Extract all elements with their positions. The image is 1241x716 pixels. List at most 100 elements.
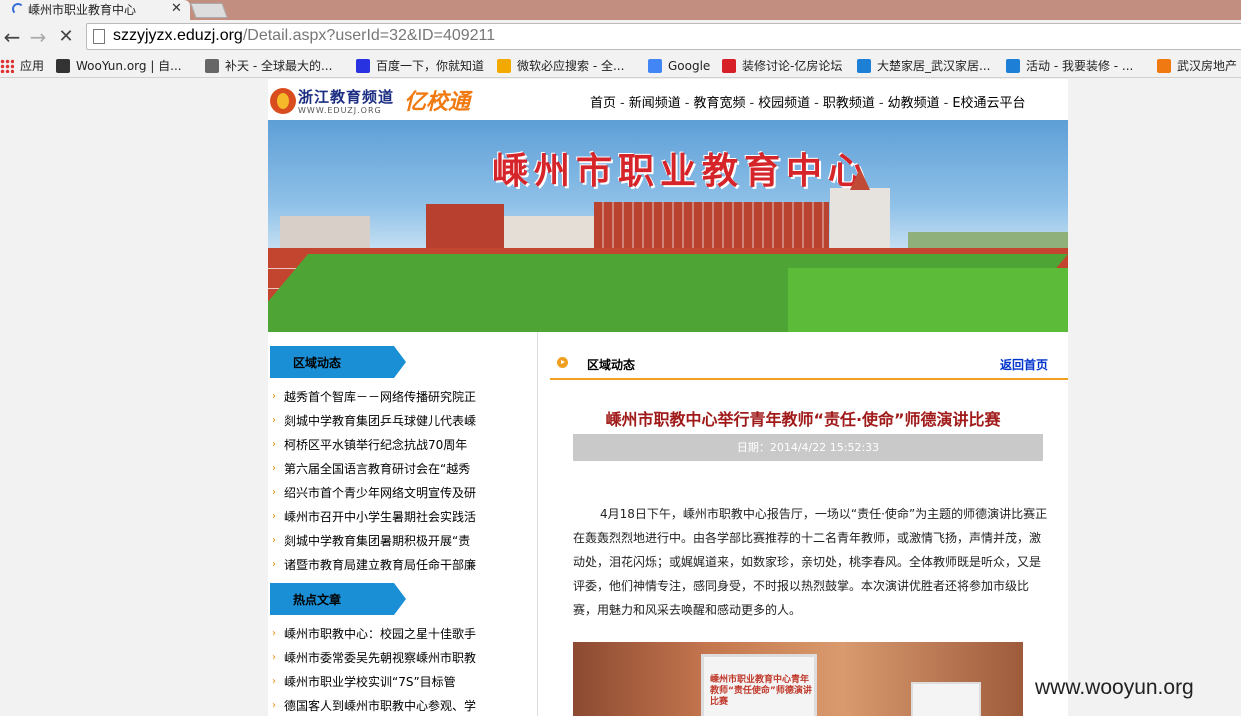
news-link[interactable]: › 越秀首个智库－－网络传播研究院正 [272,385,538,409]
nav-link[interactable]: 幼教频道 [888,96,940,111]
close-tab-icon[interactable]: ✕ [171,1,182,16]
browser-window: 嵊州市职业教育中心 ✕ ← → ✕ szzyjyzx.eduzj.org/Det… [0,0,1241,716]
news-title: 嵊州市召开中小学生暑期社会实践活 [284,510,477,524]
bookmark-label: 百度一下，你就知道 [376,59,485,73]
article-title: 嵊州市职教中心举行青年教师“责任·使命”师德演讲比赛 [605,410,1001,429]
bookmark-item[interactable]: 应用 [0,57,44,75]
bookmark-item[interactable]: 武汉房地产 [1157,57,1237,75]
news-link[interactable]: › 嵊州市委常委吴先朝视察嵊州市职教 [272,646,538,670]
building-shape [426,204,504,250]
tab-title: 嵊州市职业教育中心 [28,3,137,17]
ie-icon [1006,59,1020,73]
news-link[interactable]: › 剡城中学教育集团暑期积极开展“责 [272,529,538,553]
bookmark-item[interactable]: Google [648,57,710,75]
nav-separator: - [878,96,884,111]
projection-screen: 嵊州市职业教育中心青年教师“责任使命”师德演讲比赛 [701,654,817,716]
address-bar[interactable]: szzyjyzx.eduzj.org/Detail.aspx?userId=32… [86,23,1241,50]
bookmarks-bar: 应用 WooYun.org | 自... 补天 - 全球最大的... 百度一下，你就知… [0,54,1241,78]
play-bullet-icon [557,357,568,368]
chevron-right-icon: › [272,415,276,426]
brand-logo[interactable]: 亿校通 [404,84,470,116]
bookmark-label: 武汉房地产 [1177,59,1238,73]
nav-link[interactable]: 新闻频道 [629,96,681,111]
new-tab-button[interactable] [190,3,228,18]
forward-arrow-icon[interactable]: → [26,25,50,49]
chevron-right-icon: › [272,652,276,663]
news-link[interactable]: › 柯桥区平水镇举行纪念抗战70周年 [272,433,538,457]
news-link[interactable]: › 嵊州市召开中小学生暑期社会实践活 [272,505,538,529]
news-title: 嵊州市职业学校实训“7S”目标管 [284,675,456,689]
browser-tab[interactable]: 嵊州市职业教育中心 ✕ [0,0,190,20]
news-title: 嵊州市职教中心：校园之星十佳歌手 [284,627,477,641]
news-title: 嵊州市委常委吴先朝视察嵊州市职教 [284,651,477,665]
url-text[interactable]: szzyjyzx.eduzj.org/Detail.aspx?userId=32… [113,27,495,45]
section-title: 热点文章 [293,593,342,607]
loading-spinner-icon [12,3,24,15]
logo-domain: WWW.EDUZJ.ORG [298,106,382,115]
chevron-right-icon: › [272,676,276,687]
bookmark-label: 大楚家居_武汉家居... [877,59,991,73]
wooyun-icon [56,59,70,73]
news-title: 越秀首个智库－－网络传播研究院正 [284,390,477,404]
url-path: /Detail.aspx?userId=32&ID=409211 [242,27,496,44]
bookmark-label: WooYun.org | 自... [76,59,182,73]
section-tab-hot-articles: 热点文章 [270,583,406,615]
nav-separator: - [620,96,625,111]
fang-icon [722,59,736,73]
date-value: 2014/4/22 15:52:33 [769,441,880,454]
site-header: 浙江教育频道 WWW.EDUZJ.ORG 亿校通 首页 - 新闻频道 - 教育宽频 - 校园… [268,79,1068,120]
apps-grid-icon [0,59,14,73]
news-link[interactable]: › 诸暨市教育局建立教育局任命干部廉 [272,553,538,577]
news-link[interactable]: › 第六届全国语言教育研讨会在“越秀 [272,457,538,481]
stop-loading-icon[interactable]: ✕ [54,25,78,49]
news-title: 德国客人到嵊州市职教中心参观、学 [284,699,477,713]
article-date: 日期：2014/4/22 15:52:33 [573,434,1043,461]
url-host: szzyjyzx.eduzj.org [113,27,243,44]
news-link[interactable]: › 绍兴市首个青少年网络文明宣传及研 [272,481,538,505]
building-shape [504,216,594,250]
nav-link[interactable]: 校园频道 [758,96,810,111]
bookmark-label: 应用 [20,59,45,73]
news-title: 剡城中学教育集团乒乓球健儿代表嵊 [284,414,477,428]
back-home-link[interactable]: 返回首页 [1000,356,1048,373]
butian-icon [205,59,219,73]
bookmark-item[interactable]: 活动 - 我要装修 - ... [1006,57,1133,75]
news-title: 剡城中学教育集团暑期积极开展“责 [284,534,471,548]
building-windows [594,202,829,250]
bookmark-label: 微软必应搜索 - 全... [517,59,625,73]
article-section-label: 区域动态 [587,358,636,372]
chevron-right-icon: › [272,487,276,498]
news-link[interactable]: › 嵊州市职教中心：校园之星十佳歌手 [272,622,538,646]
baidu-icon [356,59,370,73]
article-panel: 区域动态 返回首页 嵊州市职教中心举行青年教师“责任·使命”师德演讲比赛 日期：… [538,332,1068,716]
bookmark-item[interactable]: 装修讨论-亿房论坛 [722,57,842,75]
eduzj-logo-icon[interactable] [270,88,296,114]
bookmark-item[interactable]: 大楚家居_武汉家居... [857,57,990,75]
spire-shape [850,168,870,190]
sports-field [268,248,1068,332]
building-shape [280,216,370,250]
news-link[interactable]: › 嵊州市职业学校实训“7S”目标管 [272,670,538,694]
google-icon [648,59,662,73]
nav-separator: - [943,96,949,111]
news-title: 诸暨市教育局建立教育局任命干部廉 [284,558,477,572]
nav-link[interactable]: 职教频道 [823,96,875,111]
nav-link[interactable]: 首页 [590,96,616,111]
chevron-right-icon: › [272,391,276,402]
bookmark-label: 装修讨论-亿房论坛 [742,59,843,73]
tab-strip: 嵊州市职业教育中心 ✕ [0,0,1241,20]
ie-icon [857,59,871,73]
building-shape [830,188,890,250]
news-link[interactable]: › 德国客人到嵊州市职教中心参观、学 [272,694,538,716]
bookmark-item[interactable]: WooYun.org | 自... [56,57,182,75]
nav-link[interactable]: E校通云平台 [952,96,1025,111]
back-arrow-icon[interactable]: ← [0,25,24,49]
logo-title[interactable]: 浙江教育频道 [298,86,394,107]
news-title: 绍兴市首个青少年网络文明宣传及研 [284,486,477,500]
bookmark-item[interactable]: 微软必应搜索 - 全... [497,57,624,75]
news-link[interactable]: › 剡城中学教育集团乒乓球健儿代表嵊 [272,409,538,433]
nav-link[interactable]: 教育宽频 [693,96,745,111]
bookmark-item[interactable]: 补天 - 全球最大的... [205,57,332,75]
bookmark-label: 补天 - 全球最大的... [225,59,333,73]
bookmark-item[interactable]: 百度一下，你就知道 [356,57,484,75]
